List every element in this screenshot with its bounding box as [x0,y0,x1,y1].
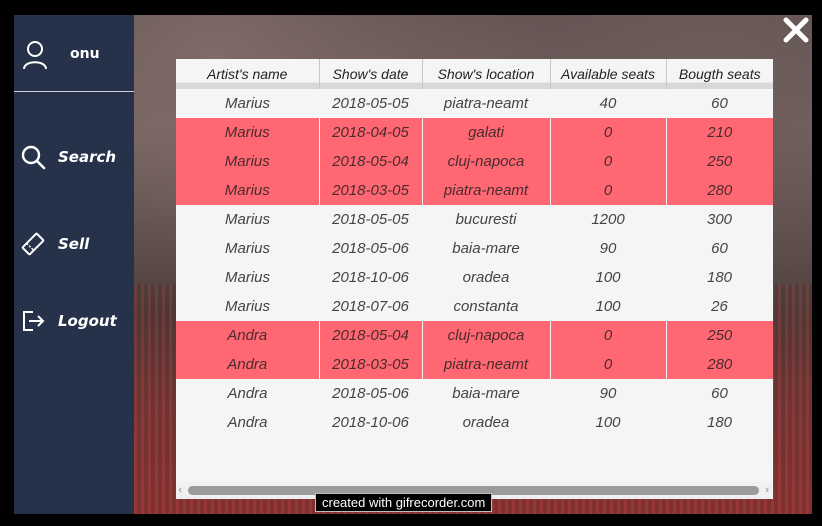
cell-bought: 60 [666,234,773,263]
cell-bought: 280 [666,350,773,379]
cell-date: 2018-03-05 [319,350,423,379]
cell-bought: 250 [666,147,773,176]
cell-bought: 210 [666,118,773,147]
column-header-location[interactable]: Show's location [422,59,551,89]
cell-artist: Andra [176,408,319,437]
table-row[interactable]: Andra 2018-03-05 piatra-neamt 0 280 [176,350,773,379]
table-row[interactable]: Marius 2018-07-06 constanta 100 26 [176,292,773,321]
column-header-available[interactable]: Available seats [550,59,667,89]
cell-available: 90 [550,234,666,263]
sidebar: onu Search Sell Logout [14,15,134,514]
cell-location: bucuresti [422,205,550,234]
table-row[interactable]: Marius 2018-05-04 cluj-napoca 0 250 [176,147,773,176]
cell-location: baia-mare [422,234,550,263]
table-row[interactable]: Marius 2018-05-06 baia-mare 90 60 [176,234,773,263]
search-icon [21,145,46,170]
cell-bought: 60 [666,89,773,118]
cell-location: oradea [422,263,550,292]
cell-location: oradea [422,408,550,437]
sidebar-divider [14,91,134,92]
column-header-date[interactable]: Show's date [319,59,423,89]
cell-artist: Andra [176,350,320,379]
close-icon[interactable] [782,16,810,44]
username: onu [70,46,100,62]
cell-artist: Marius [176,205,319,234]
ticket-icon [21,232,45,256]
cell-date: 2018-05-05 [319,205,422,234]
watermark: created with gifrecorder.com [315,493,493,512]
cell-artist: Andra [176,379,319,408]
cell-bought: 250 [666,321,773,350]
cell-date: 2018-04-05 [319,118,423,147]
cell-available: 0 [550,176,667,205]
cell-available: 100 [550,292,666,321]
sidebar-item-label: Logout [58,312,117,330]
sidebar-item-search[interactable]: Search [14,136,134,176]
table-header-row: Artist's name Show's date Show's locatio… [176,59,773,89]
column-header-bought[interactable]: Bougth seats [666,59,773,89]
table-row[interactable]: Andra 2018-10-06 oradea 100 180 [176,408,773,437]
cell-location: cluj-napoca [422,321,551,350]
table-row[interactable]: Marius 2018-04-05 galati 0 210 [176,118,773,147]
logout-icon [23,311,45,331]
cell-bought: 180 [666,263,773,292]
cell-date: 2018-05-06 [319,379,422,408]
cell-date: 2018-05-06 [319,234,422,263]
sidebar-item-label: Search [58,148,117,166]
cell-artist: Marius [176,118,320,147]
cell-bought: 180 [666,408,773,437]
column-header-artist[interactable]: Artist's name [176,59,320,89]
cell-available: 0 [550,147,667,176]
cell-date: 2018-05-04 [319,147,423,176]
cell-artist: Andra [176,321,320,350]
cell-artist: Marius [176,176,320,205]
table-row[interactable]: Marius 2018-03-05 piatra-neamt 0 280 [176,176,773,205]
cell-location: constanta [422,292,550,321]
shows-table: Artist's name Show's date Show's locatio… [176,59,773,437]
cell-available: 90 [550,379,666,408]
user-profile: onu [14,15,134,91]
cell-location: cluj-napoca [422,147,551,176]
cell-artist: Marius [176,292,319,321]
table-row[interactable]: Andra 2018-05-06 baia-mare 90 60 [176,379,773,408]
cell-available: 40 [550,89,666,118]
cell-location: galati [422,118,551,147]
cell-location: piatra-neamt [422,89,550,118]
table-row[interactable]: Marius 2018-10-06 oradea 100 180 [176,263,773,292]
cell-bought: 280 [666,176,773,205]
cell-available: 0 [550,350,667,379]
cell-artist: Marius [176,263,319,292]
table-body: Marius 2018-05-05 piatra-neamt 40 60 Marius 20… [176,89,773,437]
sidebar-item-label: Sell [58,235,90,253]
cell-date: 2018-07-06 [319,292,422,321]
table-row[interactable]: Marius 2018-05-05 piatra-neamt 40 60 [176,89,773,118]
cell-available: 0 [550,321,667,350]
cell-artist: Marius [176,234,319,263]
scroll-left-icon[interactable]: ‹ [178,483,182,496]
cell-available: 0 [550,118,667,147]
sidebar-item-logout[interactable]: Logout [14,300,134,340]
cell-date: 2018-05-05 [319,89,422,118]
cell-bought: 60 [666,379,773,408]
cell-location: piatra-neamt [422,176,551,205]
cell-available: 100 [550,263,666,292]
cell-available: 100 [550,408,666,437]
cell-bought: 300 [666,205,773,234]
sidebar-item-sell[interactable]: Sell [14,223,134,263]
cell-date: 2018-03-05 [319,176,423,205]
cell-artist: Marius [176,89,319,118]
table-row[interactable]: Marius 2018-05-05 bucuresti 1200 300 [176,205,773,234]
cell-location: baia-mare [422,379,550,408]
shows-table-panel: Artist's name Show's date Show's locatio… [176,59,773,499]
cell-artist: Marius [176,147,320,176]
cell-location: piatra-neamt [422,350,551,379]
cell-date: 2018-10-06 [319,408,422,437]
cell-date: 2018-10-06 [319,263,422,292]
cell-date: 2018-05-04 [319,321,423,350]
cell-bought: 26 [666,292,773,321]
scroll-right-icon[interactable]: › [765,483,769,496]
cell-available: 1200 [550,205,666,234]
table-row[interactable]: Andra 2018-05-04 cluj-napoca 0 250 [176,321,773,350]
user-icon [23,41,47,70]
